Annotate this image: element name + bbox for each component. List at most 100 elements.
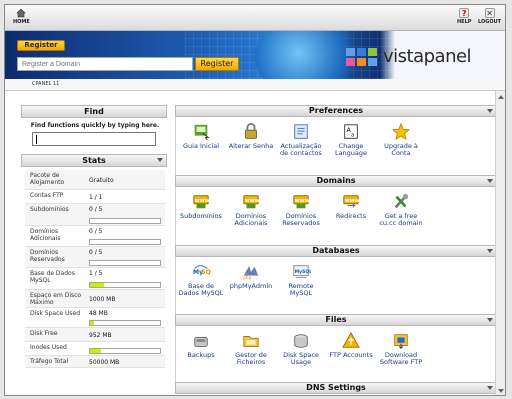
stats-value: 0 / 5	[89, 228, 103, 235]
item-label[interactable]: Gestor de Ficheiros	[235, 351, 267, 366]
www-icon[interactable]: www	[291, 193, 311, 211]
register-button[interactable]: Register	[195, 57, 239, 71]
folder-icon[interactable]	[241, 332, 261, 350]
files-header[interactable]: Files	[175, 314, 497, 326]
language-icon[interactable]: Aa	[341, 123, 361, 141]
item-label[interactable]: Alterar Senha	[229, 142, 274, 150]
databases-section: MySQLBase de Dados MySQLphpphpMyAdminMyS…	[175, 257, 497, 315]
www-icon[interactable]: www	[191, 193, 211, 211]
phpmyadmin-icon[interactable]: php	[241, 263, 261, 281]
files-item-gestor-de-ficheiros[interactable]: Gestor de Ficheiros	[228, 332, 274, 366]
item-label[interactable]: Download Software FTP	[380, 351, 422, 366]
domains-item-dom-nios-adicionais[interactable]: www Domínios Adicionais	[228, 193, 274, 227]
download-icon[interactable]	[391, 332, 411, 350]
disk-icon[interactable]	[291, 332, 311, 350]
item-label[interactable]: Actualização de contactos	[280, 142, 322, 157]
home-button[interactable]: HOME	[13, 8, 30, 25]
remote-mysql-icon[interactable]: MySQL	[291, 263, 311, 281]
stats-value: 952 MB	[89, 331, 112, 339]
item-label[interactable]: Domínios Reservados	[282, 212, 320, 227]
lock-icon[interactable]	[241, 123, 261, 141]
domains-item-get-a-free-cu-cc-domain[interactable]: Get a free cu.cc domain	[378, 193, 424, 227]
preferences-item-actualiza-o-de-contactos[interactable]: Actualização de contactos	[278, 123, 324, 157]
backup-icon[interactable]	[191, 332, 211, 350]
item-label[interactable]: Remote MySQL	[288, 282, 313, 297]
preferences-item-change-language[interactable]: Aa Change Language	[328, 123, 374, 157]
logout-button[interactable]: ✕ LOGOUT	[478, 8, 501, 25]
dns-settings-header[interactable]: DNS Settings	[175, 382, 497, 394]
collapse-arrow-icon[interactable]	[487, 386, 493, 390]
stats-label: Base de Dados MySQL	[30, 270, 75, 284]
domains-item-dom-nios-reservados[interactable]: www Domínios Reservados	[278, 193, 324, 227]
databases-item-remote-mysql[interactable]: MySQL Remote MySQL	[278, 263, 324, 297]
item-label[interactable]: Change Language	[335, 142, 367, 157]
stats-row: Disk Free 952 MB	[25, 328, 165, 342]
item-label[interactable]: phpMyAdmin	[230, 282, 273, 290]
item-label[interactable]: Upgrade à Conta	[384, 142, 418, 157]
top-toolbar: HOME ? HELP ✕ LOGOUT	[5, 5, 505, 31]
register-tab[interactable]: Register	[17, 40, 65, 51]
www-icon[interactable]: www	[241, 193, 261, 211]
help-button[interactable]: ? HELP	[457, 8, 471, 25]
files-item-backups[interactable]: Backups	[178, 332, 224, 359]
preferences-item-upgrade-conta[interactable]: Upgrade à Conta	[378, 123, 424, 157]
stats-value: 1 / 1	[89, 193, 103, 201]
databases-item-base-de-dados-mysql[interactable]: MySQLBase de Dados MySQL	[178, 263, 224, 297]
databases-item-phpmyadmin[interactable]: php phpMyAdmin	[228, 263, 274, 290]
stats-row: Tráfego Total 50000 MB	[25, 356, 165, 368]
mysql-icon[interactable]: MySQL	[191, 263, 211, 281]
scroll-down-icon[interactable]	[498, 389, 504, 393]
item-label[interactable]: FTP Accounts	[329, 351, 372, 359]
files-item-ftp-accounts[interactable]: FTP Accounts	[328, 332, 374, 359]
collapse-arrow-icon[interactable]	[487, 318, 493, 322]
domains-header[interactable]: Domains	[175, 175, 497, 187]
collapse-arrow-icon[interactable]	[157, 158, 163, 162]
stats-row: Domínios Adicionais 0 / 5	[25, 226, 165, 247]
stats-panel-header[interactable]: Stats	[21, 154, 167, 167]
item-label[interactable]: Redirects	[336, 212, 366, 220]
preferences-item-guia-inicial[interactable]: Guia Inicial	[178, 123, 224, 150]
item-label[interactable]: Domínios Adicionais	[235, 212, 268, 227]
breadcrumb[interactable]: CPANEL 11	[32, 81, 59, 87]
domains-item-subdom-nios[interactable]: www Subdomínios	[178, 193, 224, 220]
item-label[interactable]: Subdomínios	[180, 212, 222, 220]
find-input[interactable]	[32, 132, 156, 146]
svg-text:www: www	[195, 198, 210, 204]
svg-text:SQL: SQL	[201, 269, 211, 276]
usage-bar	[89, 348, 161, 354]
item-label[interactable]: Get a free cu.cc domain	[379, 212, 422, 227]
databases-header[interactable]: Databases	[175, 245, 497, 257]
preferences-item-alterar-senha[interactable]: Alterar Senha	[228, 123, 274, 150]
stats-row: Base de Dados MySQL 1 / 5	[25, 268, 165, 290]
ftp-icon[interactable]	[341, 332, 361, 350]
stats-value: 1000 MB	[89, 295, 116, 303]
collapse-arrow-icon[interactable]	[487, 249, 493, 253]
item-label[interactable]: Backups	[187, 351, 214, 359]
domains-item-redirects[interactable]: www Redirects	[328, 193, 374, 220]
contacts-icon[interactable]	[291, 123, 311, 141]
usage-bar	[89, 320, 161, 326]
stats-value: 0 / 5	[89, 206, 103, 213]
item-label[interactable]: Disk Space Usage	[283, 351, 319, 366]
vertical-scrollbar[interactable]	[495, 91, 505, 395]
svg-text:www: www	[295, 198, 310, 204]
collapse-arrow-icon[interactable]	[487, 179, 493, 183]
stats-row: Contas FTP 1 / 1	[25, 190, 165, 204]
guide-icon[interactable]	[191, 123, 211, 141]
stats-label: Pacote de Alojamento	[30, 172, 65, 186]
tools-icon[interactable]	[391, 193, 411, 211]
collapse-arrow-icon[interactable]	[487, 109, 493, 113]
scroll-up-icon[interactable]	[498, 95, 504, 99]
www-redirect-icon[interactable]: www	[341, 193, 361, 211]
files-item-download-software-ftp[interactable]: Download Software FTP	[378, 332, 424, 366]
star-icon[interactable]	[391, 123, 411, 141]
stats-label: Contas FTP	[30, 192, 64, 199]
find-title: Find	[84, 107, 104, 116]
register-domain-input[interactable]	[17, 57, 193, 71]
files-item-disk-space-usage[interactable]: Disk Space Usage	[278, 332, 324, 366]
preferences-header[interactable]: Preferences	[175, 105, 497, 117]
stats-label: Domínios Reservados	[30, 249, 65, 263]
usage-bar-fill	[90, 283, 104, 287]
item-label[interactable]: Guia Inicial	[183, 142, 219, 150]
item-label[interactable]: Base de Dados MySQL	[179, 282, 224, 297]
